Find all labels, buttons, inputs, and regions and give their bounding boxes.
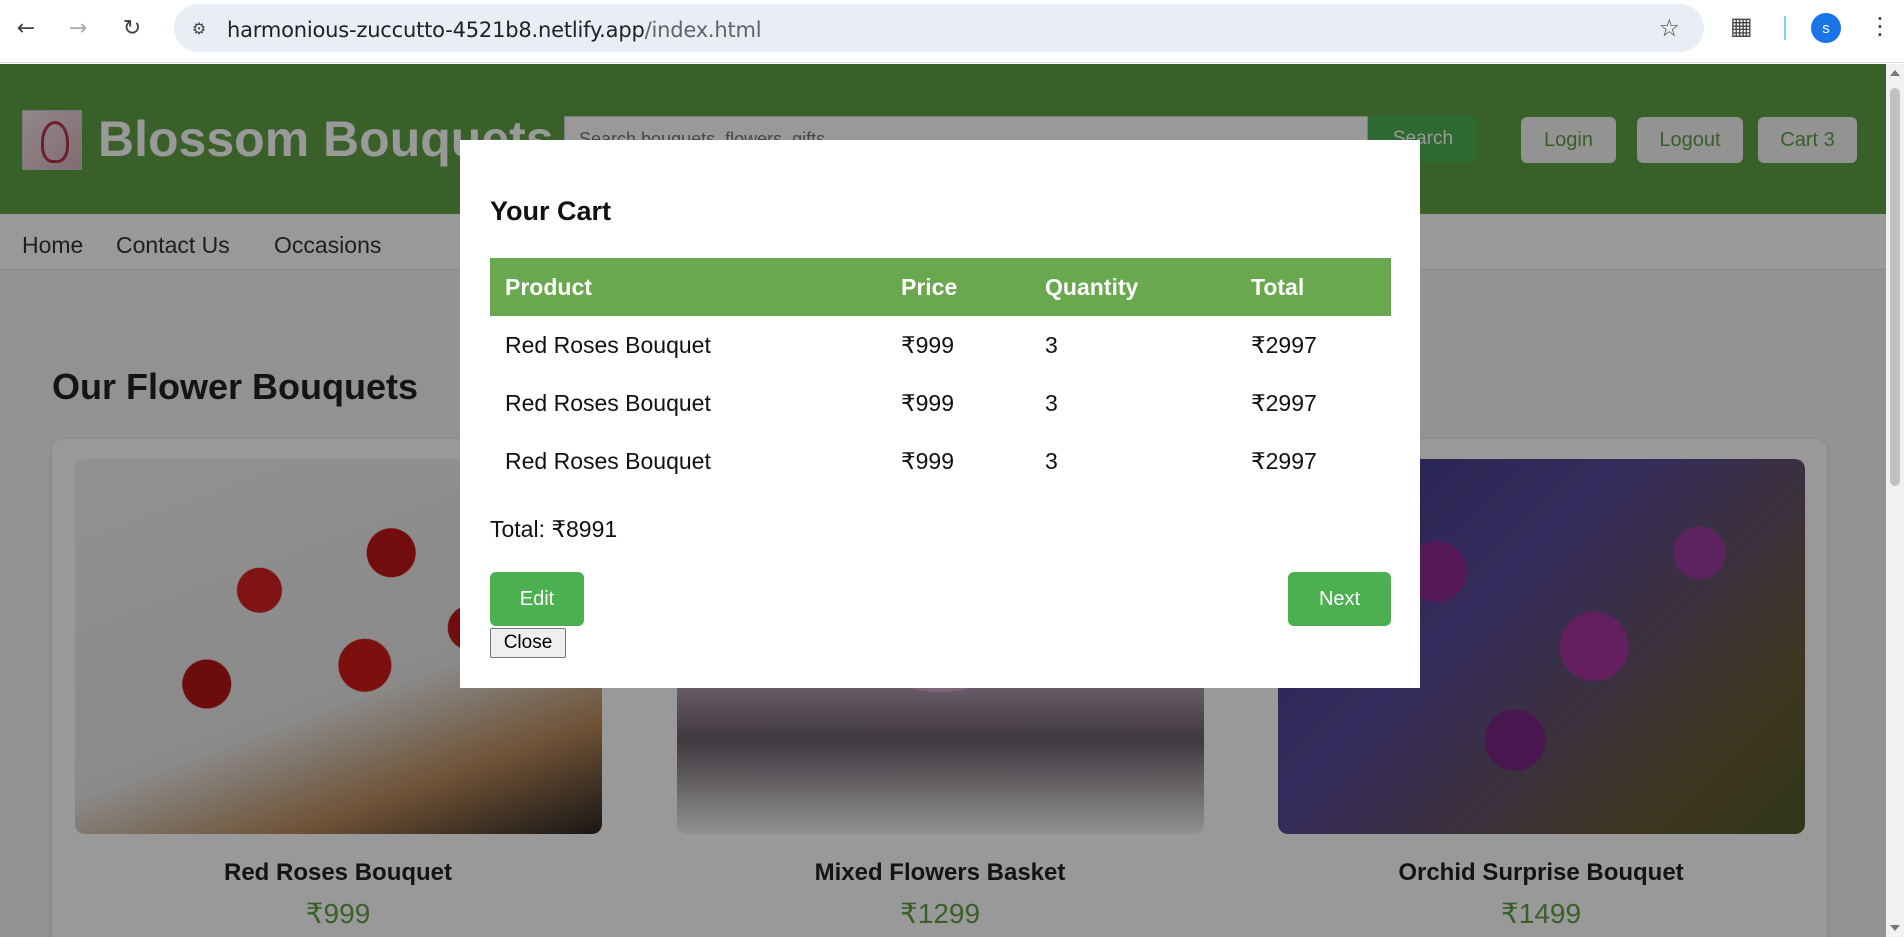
site-info-icon[interactable]: ⚙ [186, 16, 212, 40]
cell-product: Red Roses Bouquet [505, 331, 711, 358]
forward-arrow-icon[interactable]: → [62, 12, 94, 44]
page-scrollbar[interactable] [1886, 64, 1904, 937]
cell-price: ₹999 [901, 447, 955, 474]
star-icon[interactable]: ☆ [1658, 14, 1680, 42]
modal-title: Your Cart [490, 196, 612, 226]
column-header-price: Price [886, 258, 1030, 316]
url-path: /index.html [644, 18, 762, 42]
url-text[interactable]: harmonious-zuccutto-4521b8.netlify.app/i… [227, 18, 762, 42]
cell-total: ₹2997 [1251, 447, 1317, 474]
browser-toolbar: ← → ↻ ⚙ harmonious-zuccutto-4521b8.netli… [0, 0, 1904, 63]
cell-price: ₹999 [901, 389, 955, 416]
cart-total: Total: ₹8991 [490, 516, 618, 542]
cell-quantity: 3 [1045, 447, 1058, 474]
extensions-icon[interactable]: ▦ [1730, 12, 1753, 40]
scrollbar-thumb[interactable] [1890, 88, 1900, 486]
cell-price: ₹999 [901, 331, 955, 358]
profile-avatar[interactable]: s [1811, 13, 1841, 43]
column-header-product: Product [490, 258, 886, 316]
url-host: harmonious-zuccutto-4521b8.netlify.app [227, 18, 645, 42]
cell-product: Red Roses Bouquet [505, 447, 711, 474]
cell-quantity: 3 [1045, 389, 1058, 416]
address-bar[interactable]: ⚙ harmonious-zuccutto-4521b8.netlify.app… [174, 4, 1704, 52]
toolbar-divider [1784, 16, 1786, 40]
close-button[interactable]: Close [490, 628, 566, 658]
cell-total: ₹2997 [1251, 389, 1317, 416]
back-arrow-icon[interactable]: ← [10, 12, 42, 44]
scroll-down-arrow-icon[interactable] [1890, 925, 1900, 931]
edit-button[interactable]: Edit [490, 572, 584, 626]
cell-total: ₹2997 [1251, 331, 1317, 358]
table-row: Red Roses Bouquet ₹999 3 ₹2997 [490, 374, 1391, 432]
table-row: Red Roses Bouquet ₹999 3 ₹2997 [490, 432, 1391, 490]
scroll-up-arrow-icon[interactable] [1890, 70, 1900, 76]
next-button[interactable]: Next [1288, 572, 1391, 626]
column-header-quantity: Quantity [1030, 258, 1236, 316]
cell-product: Red Roses Bouquet [505, 389, 711, 416]
column-header-total: Total [1236, 258, 1391, 316]
cell-quantity: 3 [1045, 331, 1058, 358]
table-header-row: Product Price Quantity Total [490, 258, 1391, 316]
reload-icon[interactable]: ↻ [116, 12, 148, 44]
cart-modal: Your Cart Product Price Quantity Total R… [460, 140, 1420, 688]
cart-table: Product Price Quantity Total Red Roses B… [490, 258, 1391, 490]
kebab-menu-icon[interactable]: ⋮ [1868, 12, 1892, 40]
table-row: Red Roses Bouquet ₹999 3 ₹2997 [490, 316, 1391, 374]
